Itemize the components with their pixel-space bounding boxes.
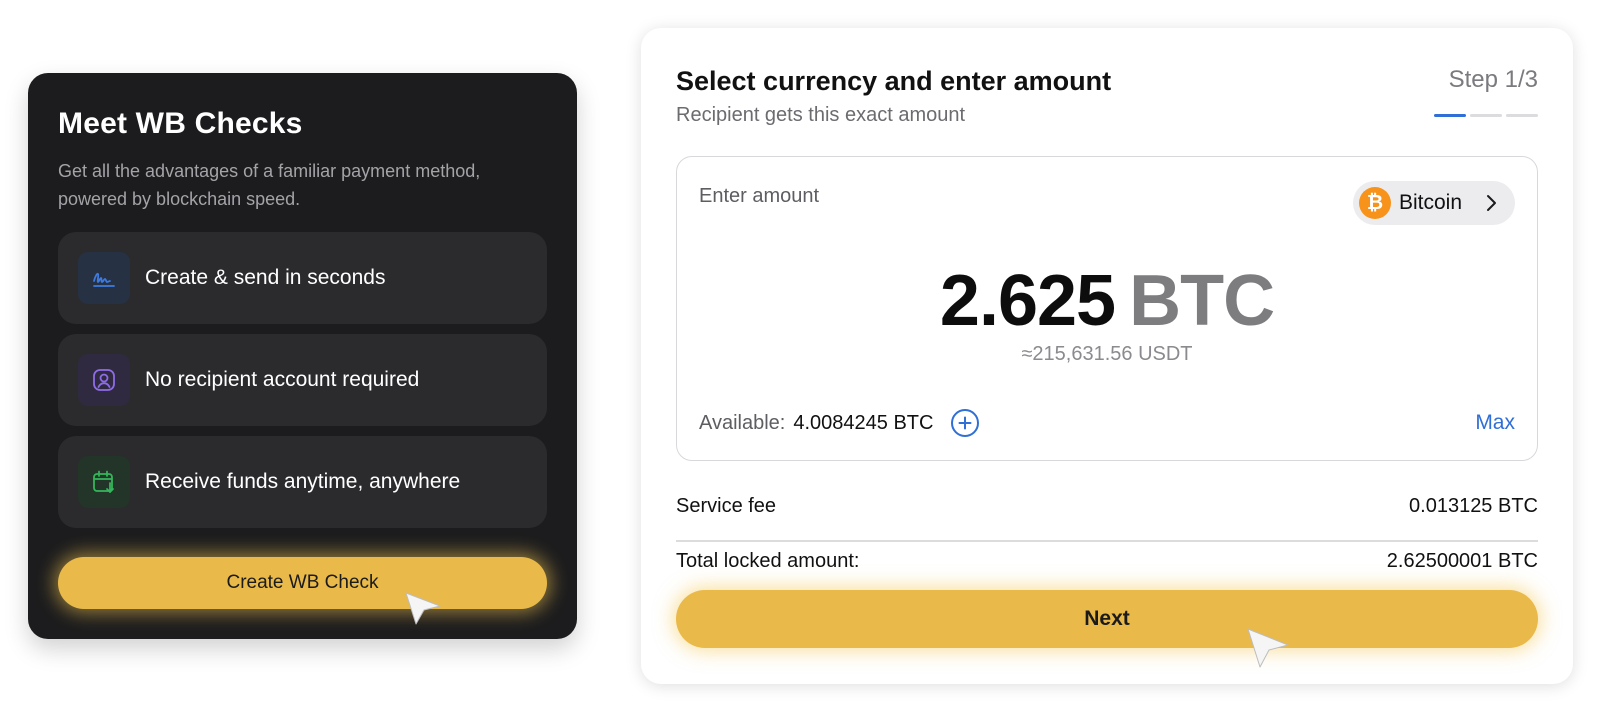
mouse-pointer-icon [405,592,441,625]
available-balance-row: Available: 4.0084245 BTC [699,407,980,439]
mouse-pointer-icon [1247,628,1289,668]
total-locked-row: Total locked amount: 2.62500001 BTC [676,550,1538,573]
feature-item-no-account: No recipient account required [58,334,547,426]
calendar-download-icon [78,456,130,508]
amount-display[interactable]: 2.625 BTC [677,261,1537,341]
feature-label: No recipient account required [145,368,420,391]
feature-item-create-send: Create & send in seconds [58,232,547,324]
amount-form-card: Select currency and enter amount Recipie… [641,28,1573,684]
currency-name: Bitcoin [1399,191,1463,214]
feature-label: Receive funds anytime, anywhere [145,470,461,493]
next-button[interactable]: Next [676,590,1538,648]
wb-checks-promo-card: Meet WB Checks Get all the advantages of… [28,73,577,639]
fee-label: Service fee [676,495,777,517]
form-subtitle: Recipient gets this exact amount [676,104,966,126]
form-title: Select currency and enter amount [676,66,1112,96]
promo-title: Meet WB Checks [58,107,303,140]
fee-value: 0.013125 BTC [1409,495,1538,517]
total-label: Total locked amount: [676,550,860,572]
feature-label: Create & send in seconds [145,266,386,289]
add-funds-icon[interactable] [951,409,980,437]
chevron-right-icon [1487,195,1496,211]
total-value: 2.62500001 BTC [1386,550,1538,572]
available-value: 4.0084245 BTC [793,411,934,434]
signature-icon [78,252,130,304]
step-bar-3 [1506,114,1538,117]
user-profile-icon [78,354,130,406]
amount-approx-usdt: ≈215,631.56 USDT [1021,343,1193,365]
max-button[interactable]: Max [1475,407,1515,439]
amount-value: 2.625 [939,261,1116,341]
currency-selector[interactable]: ₿ Bitcoin [1353,181,1515,225]
create-wb-check-button[interactable]: Create WB Check [58,557,547,609]
amount-input-box[interactable]: Enter amount ₿ Bitcoin 2.625 BTC ≈215,631… [676,156,1538,461]
step-progress [1434,114,1538,117]
available-label: Available: [699,411,786,434]
promo-description: Get all the advantages of a familiar pay… [58,161,481,209]
step-indicator: Step 1/3 [1448,66,1538,93]
divider [676,540,1538,542]
amount-unit: BTC [1129,261,1275,341]
bitcoin-icon: ₿ [1359,187,1391,219]
service-fee-row: Service fee 0.013125 BTC [676,495,1538,518]
amount-label: Enter amount [699,185,820,207]
step-bar-1 [1434,114,1466,117]
step-bar-2 [1470,114,1502,117]
feature-item-receive-anytime: Receive funds anytime, anywhere [58,436,547,528]
